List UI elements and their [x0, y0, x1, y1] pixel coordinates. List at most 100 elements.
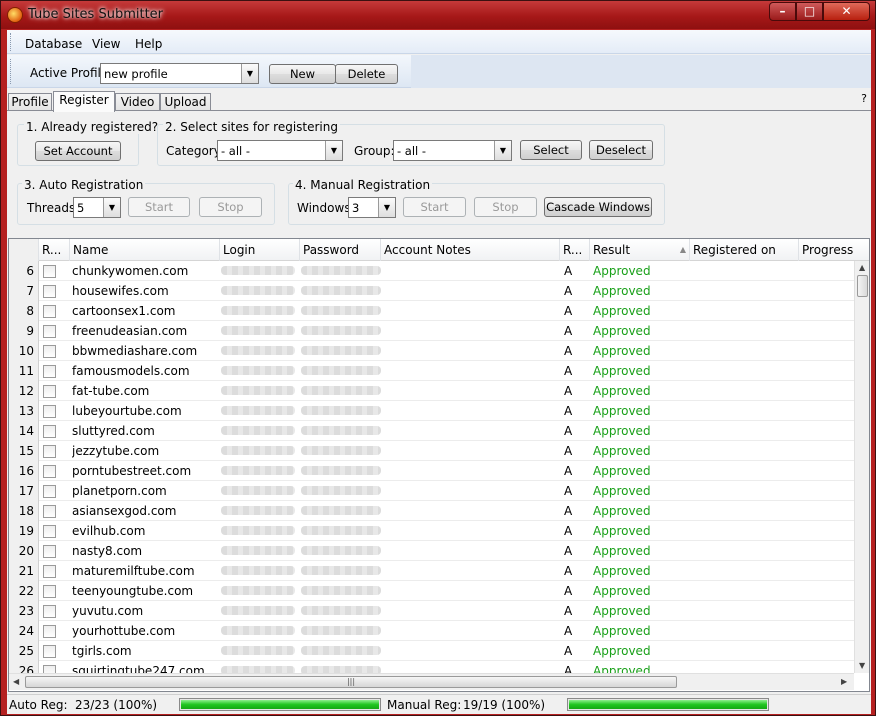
table-row[interactable]: 6 chunkywomen.com A Approved — [9, 261, 854, 281]
header-password[interactable]: Password — [300, 239, 381, 261]
register-checkbox[interactable] — [43, 625, 56, 638]
password-redacted — [301, 646, 381, 655]
table-row[interactable]: 8 cartoonsex1.com A Approved — [9, 301, 854, 321]
register-checkbox[interactable] — [43, 525, 56, 538]
table-row[interactable]: 25 tgirls.com A Approved — [9, 641, 854, 661]
table-row[interactable]: 24 yourhottube.com A Approved — [9, 621, 854, 641]
scroll-up-icon[interactable]: ▲ — [859, 263, 865, 272]
table-row[interactable]: 11 famousmodels.com A Approved — [9, 361, 854, 381]
register-checkbox[interactable] — [43, 345, 56, 358]
row-number: 18 — [9, 501, 39, 521]
group-select[interactable]: - all - ▼ — [393, 140, 512, 161]
minimize-button[interactable]: – — [769, 2, 796, 21]
menu-database[interactable]: Database — [25, 37, 82, 51]
scroll-left-icon[interactable]: ◀ — [13, 677, 19, 686]
active-profile-select[interactable]: new profile ▼ — [100, 63, 259, 84]
header-r[interactable]: R... — [560, 239, 590, 261]
header-register[interactable]: R... — [39, 239, 70, 261]
vertical-scroll-thumb[interactable] — [857, 275, 868, 297]
register-checkbox[interactable] — [43, 585, 56, 598]
password-redacted — [301, 286, 381, 295]
header-result[interactable]: Result ▲ — [590, 239, 690, 261]
row-number: 8 — [9, 301, 39, 321]
tab-video[interactable]: Video — [115, 93, 160, 111]
table-row[interactable]: 9 freenudeasian.com A Approved — [9, 321, 854, 341]
register-checkbox[interactable] — [43, 265, 56, 278]
register-checkbox[interactable] — [43, 485, 56, 498]
tab-register[interactable]: Register — [53, 91, 115, 112]
vertical-scrollbar[interactable]: ▲ ▼ — [854, 261, 869, 673]
table-row[interactable]: 13 lubeyourtube.com A Approved — [9, 401, 854, 421]
table-row[interactable]: 19 evilhub.com A Approved — [9, 521, 854, 541]
table-row[interactable]: 7 housewifes.com A Approved — [9, 281, 854, 301]
table-row[interactable]: 17 planetporn.com A Approved — [9, 481, 854, 501]
register-checkbox[interactable] — [43, 325, 56, 338]
register-checkbox[interactable] — [43, 445, 56, 458]
site-name: famousmodels.com — [72, 364, 190, 378]
register-checkbox[interactable] — [43, 645, 56, 658]
password-redacted — [301, 306, 381, 315]
site-name: tgirls.com — [72, 644, 132, 658]
login-redacted — [221, 286, 295, 295]
table-row[interactable]: 20 nasty8.com A Approved — [9, 541, 854, 561]
help-icon[interactable]: ? — [861, 92, 867, 105]
password-redacted — [301, 346, 381, 355]
table-row[interactable]: 14 sluttyred.com A Approved — [9, 421, 854, 441]
register-checkbox[interactable] — [43, 545, 56, 558]
register-checkbox[interactable] — [43, 285, 56, 298]
password-redacted — [301, 426, 381, 435]
login-redacted — [221, 306, 295, 315]
header-account-notes[interactable]: Account Notes — [381, 239, 560, 261]
table-row[interactable]: 21 maturemilftube.com A Approved — [9, 561, 854, 581]
table-row[interactable]: 10 bbwmediashare.com A Approved — [9, 341, 854, 361]
table-row[interactable]: 16 porntubestreet.com A Approved — [9, 461, 854, 481]
new-profile-button[interactable]: New — [269, 64, 336, 84]
register-checkbox[interactable] — [43, 365, 56, 378]
title-bar[interactable]: Tube Sites Submitter – □ ✕ — [1, 1, 875, 29]
menu-help[interactable]: Help — [135, 37, 162, 51]
register-checkbox[interactable] — [43, 465, 56, 478]
table-row[interactable]: 15 jezzytube.com A Approved — [9, 441, 854, 461]
auto-stop-button[interactable]: Stop — [199, 197, 262, 217]
category-select[interactable]: - all - ▼ — [217, 140, 343, 161]
main-window: Tube Sites Submitter – □ ✕ Database View… — [0, 0, 876, 716]
password-redacted — [301, 586, 381, 595]
delete-profile-button[interactable]: Delete — [335, 64, 398, 84]
table-row[interactable]: 18 asiansexgod.com A Approved — [9, 501, 854, 521]
select-button[interactable]: Select — [520, 140, 582, 160]
horizontal-scroll-thumb[interactable]: ||| — [25, 676, 677, 688]
register-checkbox[interactable] — [43, 565, 56, 578]
register-checkbox[interactable] — [43, 305, 56, 318]
table-row[interactable]: 23 yuvutu.com A Approved — [9, 601, 854, 621]
header-login[interactable]: Login — [220, 239, 300, 261]
close-button[interactable]: ✕ — [823, 2, 870, 21]
windows-select[interactable]: 3 ▼ — [348, 197, 396, 218]
manual-stop-button[interactable]: Stop — [474, 197, 537, 217]
tab-profile[interactable]: Profile — [8, 93, 52, 111]
header-progress[interactable]: Progress — [799, 239, 869, 261]
header-name[interactable]: Name — [70, 239, 220, 261]
table-row[interactable]: 12 fat-tube.com A Approved — [9, 381, 854, 401]
manual-start-button[interactable]: Start — [403, 197, 466, 217]
register-checkbox[interactable] — [43, 425, 56, 438]
tab-upload[interactable]: Upload — [160, 93, 211, 111]
register-checkbox[interactable] — [43, 605, 56, 618]
deselect-button[interactable]: Deselect — [589, 140, 653, 160]
r-value: A — [564, 564, 573, 578]
set-account-button[interactable]: Set Account — [35, 141, 121, 161]
toolbar-grip[interactable] — [10, 59, 13, 84]
register-checkbox[interactable] — [43, 405, 56, 418]
register-checkbox[interactable] — [43, 385, 56, 398]
horizontal-scrollbar[interactable]: ◀ ||| ▶ — [9, 673, 854, 690]
threads-select[interactable]: 5 ▼ — [73, 197, 121, 218]
menu-view[interactable]: View — [92, 37, 120, 51]
scroll-right-icon[interactable]: ▶ — [841, 677, 847, 686]
auto-start-button[interactable]: Start — [128, 197, 190, 217]
header-registered-on[interactable]: Registered on — [690, 239, 799, 261]
cascade-windows-button[interactable]: Cascade Windows — [544, 197, 652, 217]
maximize-button[interactable]: □ — [796, 2, 823, 21]
scroll-down-icon[interactable]: ▼ — [859, 661, 865, 670]
table-row[interactable]: 22 teenyoungtube.com A Approved — [9, 581, 854, 601]
menu-grip[interactable] — [10, 33, 13, 51]
register-checkbox[interactable] — [43, 505, 56, 518]
